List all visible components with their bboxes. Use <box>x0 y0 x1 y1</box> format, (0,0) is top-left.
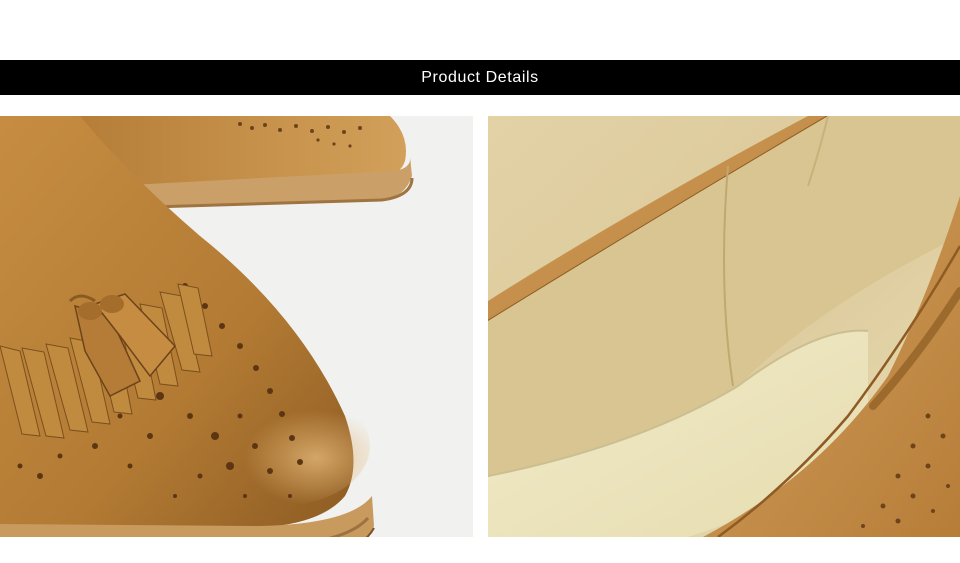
insole-closeup-illustration <box>488 116 960 537</box>
toe-closeup-illustration <box>0 116 473 537</box>
product-photo-insole <box>488 116 960 537</box>
section-header-bar: Product Details <box>0 60 960 95</box>
product-photo-toe <box>0 116 473 537</box>
section-title: Product Details <box>421 68 539 86</box>
